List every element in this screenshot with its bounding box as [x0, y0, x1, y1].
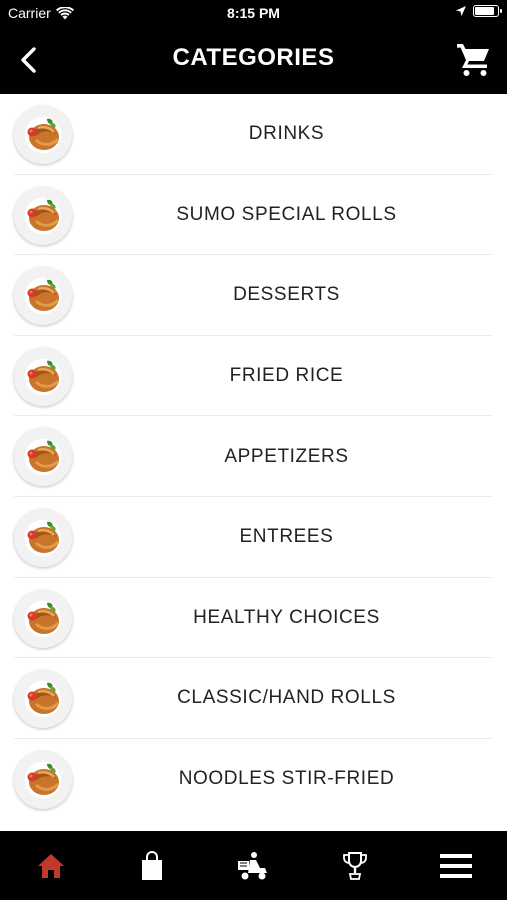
status-bar: Carrier 8:15 PM — [0, 0, 507, 26]
home-icon — [37, 853, 64, 878]
food-plate-image — [27, 521, 60, 553]
category-row[interactable]: CLASSIC/HAND ROLLS — [0, 658, 507, 739]
category-label: SUMO SPECIAL ROLLS — [176, 203, 397, 225]
tab-menu[interactable] — [431, 841, 481, 891]
category-row[interactable]: HEALTHY CHOICES — [0, 578, 507, 659]
food-plate-image — [27, 441, 60, 473]
category-label: CLASSIC/HAND ROLLS — [177, 687, 396, 709]
category-row[interactable]: SUMO SPECIAL ROLLS — [0, 175, 507, 256]
category-thumbnail — [14, 750, 72, 809]
category-label: APPETIZERS — [224, 445, 349, 467]
category-label: FRIED RICE — [229, 365, 344, 387]
category-row[interactable]: DESSERTS — [0, 255, 507, 336]
tab-trophy[interactable] — [330, 841, 380, 891]
location-arrow-icon — [456, 6, 466, 16]
food-plate-image — [27, 360, 60, 392]
nav-bar: CATEGORIES — [0, 26, 507, 94]
category-row[interactable]: APPETIZERS — [0, 416, 507, 497]
food-plate-image — [27, 763, 60, 795]
food-plate-image — [27, 118, 60, 150]
category-label: ENTREES — [239, 526, 334, 548]
page-title: CATEGORIES — [172, 44, 335, 71]
category-thumbnail — [14, 670, 72, 729]
food-plate-image — [27, 279, 60, 312]
category-row[interactable]: DRINKS — [0, 94, 507, 175]
category-list: DRINKS SUMO SPECIAL ROLLS DESSERTS FRIED RI… — [0, 94, 507, 831]
food-plate-image — [27, 602, 60, 634]
category-label: HEALTHY CHOICES — [193, 606, 380, 628]
status-time: 8:15 PM — [227, 5, 280, 21]
tab-delivery[interactable] — [228, 841, 278, 891]
status-right — [455, 5, 502, 17]
category-row[interactable]: FRIED RICE — [0, 336, 507, 417]
category-thumbnail — [14, 508, 72, 567]
category-thumbnail — [14, 186, 72, 245]
trophy-icon — [342, 851, 367, 880]
cart-icon — [457, 44, 489, 76]
category-thumbnail — [14, 106, 72, 164]
delivery-icon — [238, 851, 268, 879]
category-label: NOODLES STIR-FRIED — [178, 768, 395, 790]
food-plate-image — [27, 199, 60, 231]
battery-level — [475, 7, 494, 15]
category-label: DESSERTS — [233, 284, 340, 306]
category-label: DRINKS — [248, 123, 325, 145]
food-plate-image — [27, 682, 60, 715]
category-thumbnail — [14, 589, 72, 648]
category-thumbnail — [14, 267, 72, 326]
cart-button[interactable] — [455, 40, 493, 78]
tab-home[interactable] — [26, 841, 76, 891]
category-thumbnail — [14, 428, 72, 487]
category-row[interactable]: ENTREES — [0, 497, 507, 578]
category-row[interactable]: NOODLES STIR-FRIED — [0, 739, 507, 820]
tab-bar — [0, 831, 507, 900]
menu-icon — [440, 853, 473, 878]
battery-icon — [473, 5, 502, 17]
category-thumbnail — [14, 347, 72, 406]
tab-shopping-bag[interactable] — [127, 841, 177, 891]
shopping-bag-icon — [142, 850, 163, 880]
